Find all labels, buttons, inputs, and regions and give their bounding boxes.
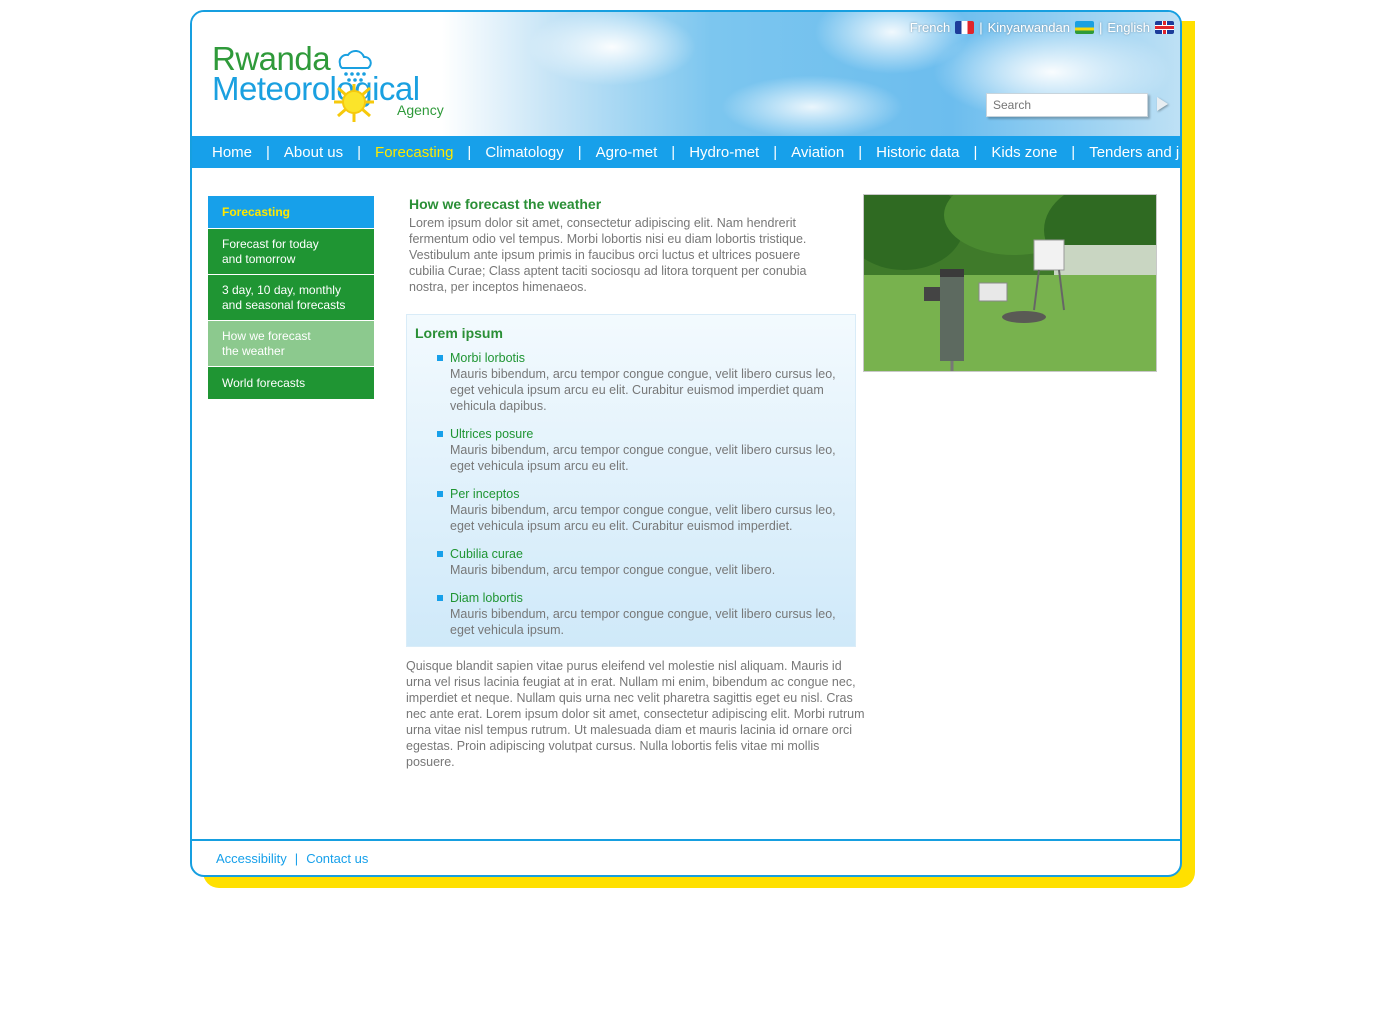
nav-separator: | [671,143,676,161]
page-frame: Rwanda Meteorological Agency French | Ki… [190,10,1182,877]
sidebar-item-label: Forecast for today [222,236,319,251]
outro-paragraph: Quisque blandit sapien vitae purus eleif… [406,659,865,769]
list-item: Per inceptos Mauris bibendum, arcu tempo… [437,486,837,534]
logo-line-meteorological: Meteorological [212,70,420,107]
list-item: Cubilia curae Mauris bibendum, arcu temp… [437,546,837,578]
sun-cloud-icon [334,50,374,122]
sidebar-item-label: How we forecast [222,328,311,343]
nav-item-tenders-and-jobs[interactable]: Tenders and jobs [1089,144,1180,161]
lang-english-link[interactable]: English [1107,20,1150,35]
site-logo[interactable]: Rwanda Meteorological Agency [212,42,472,122]
nav-separator: | [577,143,582,161]
info-box-title: Lorem ipsum [415,325,503,341]
nav-item-historic-data[interactable]: Historic data [876,144,959,161]
weather-station-photo [863,194,1157,372]
footer-divider [192,839,1180,841]
intro-paragraph: Lorem ipsum dolor sit amet, consectetur … [409,216,807,294]
footer-link-accessibility[interactable]: Accessibility [216,851,287,866]
nav-separator: | [467,143,472,161]
nav-separator: | [973,143,978,161]
sidebar-item-label: 3 day, 10 day, monthly [222,282,341,297]
list-item-text: Mauris bibendum, arcu tempor congue cong… [450,607,836,637]
nav-separator: | [773,143,778,161]
nav-separator: | [357,143,362,161]
site-footer: Accessibility | Contact us [216,851,368,866]
nav-item-kids-zone[interactable]: Kids zone [991,144,1057,161]
nav-item-about-us[interactable]: About us [284,144,343,161]
list-item-title[interactable]: Cubilia curae [437,546,837,562]
list-item-title[interactable]: Ultrices posure [437,426,837,442]
uk-flag-icon[interactable] [1155,21,1174,34]
sidebar-nav: Forecasting Forecast for today and tomorr… [208,196,374,400]
nav-item-forecasting[interactable]: Forecasting [375,144,453,161]
nav-separator: | [266,143,270,161]
nav-item-aviation[interactable]: Aviation [791,144,844,161]
sidebar-item-label: and seasonal forecasts [222,297,346,312]
main-nav: Home | About us | Forecasting | Climatol… [192,136,1180,168]
search-input[interactable] [986,93,1148,117]
lang-separator: | [1098,20,1103,35]
rwanda-flag-icon[interactable] [1074,21,1094,34]
sidebar-item-multi-day-forecasts[interactable]: 3 day, 10 day, monthly and seasonal forec… [208,275,374,320]
footer-separator: | [294,851,299,866]
sidebar-item-label: the weather [222,343,285,358]
nav-separator: | [1071,143,1076,161]
list-item: Morbi lorbotis Mauris bibendum, arcu tem… [437,350,837,414]
lang-french-link[interactable]: French [910,20,950,35]
nav-item-agro-met[interactable]: Agro-met [596,144,658,161]
nav-separator: | [858,143,863,161]
sidebar-item-world-forecasts[interactable]: World forecasts [208,367,374,399]
sidebar-heading-forecasting[interactable]: Forecasting [208,196,374,228]
footer-link-contact-us[interactable]: Contact us [306,851,368,866]
list-item-text: Mauris bibendum, arcu tempor congue cong… [450,367,836,413]
weather-station-image [864,195,1156,371]
sidebar-item-label: and tomorrow [222,251,296,266]
lang-kinyarwandan-link[interactable]: Kinyarwandan [988,20,1070,35]
list-item-title[interactable]: Diam lobortis [437,590,837,606]
nav-item-climatology[interactable]: Climatology [485,144,563,161]
france-flag-icon[interactable] [955,21,975,34]
list-item: Diam lobortis Mauris bibendum, arcu temp… [437,590,837,638]
play-arrow-icon[interactable] [1157,97,1168,111]
lang-separator: | [979,20,983,35]
language-switcher: French | Kinyarwandan | English [910,20,1174,35]
list-item-text: Mauris bibendum, arcu tempor congue cong… [450,563,776,577]
logo-line-agency: Agency [397,102,444,118]
list-item-title[interactable]: Morbi lorbotis [437,350,837,366]
list-item-title[interactable]: Per inceptos [437,486,837,502]
sidebar-item-how-we-forecast[interactable]: How we forecast the weather [208,321,374,366]
nav-item-home[interactable]: Home [212,144,252,161]
sidebar-item-forecast-today[interactable]: Forecast for today and tomorrow [208,229,374,274]
info-box: Lorem ipsum Morbi lorbotis Mauris bibend… [406,314,856,647]
sidebar-item-label: World forecasts [222,375,306,390]
site-header: Rwanda Meteorological Agency French | Ki… [192,12,1180,136]
list-item-text: Mauris bibendum, arcu tempor congue cong… [450,443,836,473]
nav-item-hydro-met[interactable]: Hydro-met [689,144,759,161]
page-title: How we forecast the weather [409,196,602,212]
list-item: Ultrices posure Mauris bibendum, arcu te… [437,426,837,474]
list-item-text: Mauris bibendum, arcu tempor congue cong… [450,503,836,533]
